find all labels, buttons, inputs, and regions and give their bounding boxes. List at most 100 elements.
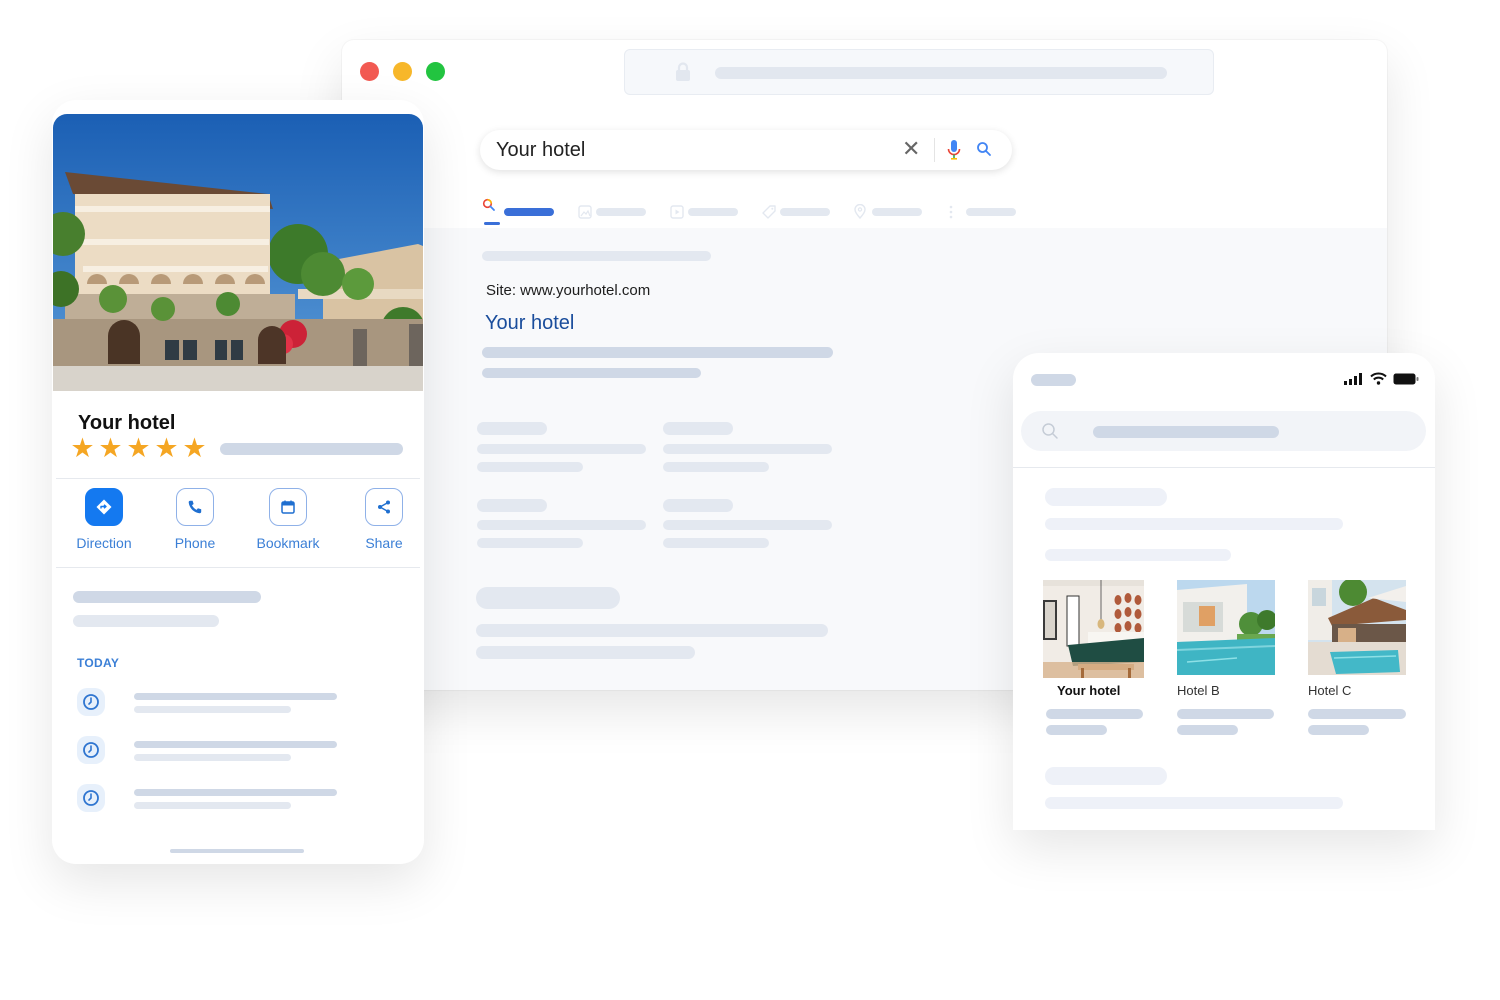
schedule-line (134, 693, 337, 700)
schedule-item (77, 784, 105, 812)
tab-more[interactable] (948, 198, 1020, 228)
hotel-name-your-hotel[interactable]: Your hotel (1057, 683, 1120, 698)
hotel-detail-line (1046, 725, 1107, 735)
bookmark-label: Bookmark (256, 535, 320, 551)
hotel-name-hotel-c[interactable]: Hotel C (1308, 683, 1351, 698)
info-line (73, 591, 261, 603)
sitelink-line (477, 462, 583, 472)
direction-label: Direction (76, 535, 132, 551)
star-icon: ★ (98, 433, 123, 463)
mic-icon[interactable] (947, 139, 961, 161)
section-line (1045, 549, 1231, 561)
star-icon: ★ (126, 433, 151, 463)
tab-label-placeholder (872, 208, 922, 216)
window-maximize-button[interactable] (426, 62, 445, 81)
hotel-thumbnail-your-hotel[interactable] (1043, 580, 1144, 678)
hotel-room-image (1043, 580, 1144, 678)
status-time-placeholder (1031, 374, 1076, 386)
section-label-today: TODAY (77, 656, 120, 670)
divider (56, 478, 420, 479)
hotel-detail-line (1177, 709, 1274, 719)
section-heading-placeholder (1045, 767, 1167, 785)
image-icon (578, 205, 592, 219)
phone-button[interactable]: Phone (150, 488, 240, 551)
business-name: Your hotel (78, 412, 176, 434)
status-bar-icons (1344, 372, 1419, 385)
section-line (476, 624, 828, 637)
schedule-item (77, 688, 105, 716)
hotel-photo[interactable] (53, 114, 423, 391)
divider (1013, 467, 1435, 468)
sitelink-line (663, 444, 832, 454)
result-site-url: Site: www.yourhotel.com (486, 282, 651, 299)
sitelink-title-placeholder (663, 499, 733, 512)
map-pin-icon (854, 204, 866, 219)
sitelink-line (477, 538, 583, 548)
clock-icon (83, 790, 99, 806)
result-breadcrumb-placeholder (482, 251, 711, 261)
more-icon (949, 205, 953, 219)
window-close-button[interactable] (360, 62, 379, 81)
tab-label-placeholder (780, 208, 830, 216)
review-count-placeholder (220, 443, 403, 455)
schedule-line (134, 789, 337, 796)
tab-all[interactable] (482, 198, 557, 228)
home-indicator[interactable] (170, 849, 304, 853)
address-bar[interactable] (624, 49, 1214, 95)
schedule-item (77, 736, 105, 764)
info-line (73, 615, 219, 627)
search-input[interactable]: Your hotel (496, 139, 585, 162)
bookmark-button[interactable]: Bookmark (243, 488, 333, 551)
schedule-line (134, 706, 291, 713)
clock-icon (83, 742, 99, 758)
schedule-line (134, 754, 291, 761)
schedule-line (134, 802, 291, 809)
hotel-villa-image (1308, 580, 1406, 675)
mobile-search-results: Your hotel Hotel B Hotel C (1013, 353, 1435, 830)
hotel-name-hotel-b[interactable]: Hotel B (1177, 683, 1220, 698)
search-icon (1042, 423, 1058, 439)
sitelink-title-placeholder (663, 422, 733, 435)
tab-label-placeholder (504, 208, 554, 216)
sitelink-line (477, 444, 646, 454)
share-icon (378, 500, 390, 514)
signal-icon (1344, 372, 1362, 385)
search-icon (482, 198, 495, 211)
url-placeholder (715, 67, 1167, 79)
mobile-search-bar[interactable] (1021, 411, 1426, 451)
section-heading-placeholder (1045, 488, 1167, 506)
result-title-link[interactable]: Your hotel (485, 312, 574, 335)
divider (934, 138, 935, 162)
business-profile-card: Your hotel ★ ★ ★ ★ ★ Direction Phone Boo… (52, 100, 424, 864)
section-line (476, 646, 695, 659)
hotel-thumbnail-hotel-c[interactable] (1308, 580, 1406, 675)
section-heading-placeholder (476, 587, 620, 609)
star-icon: ★ (154, 433, 179, 463)
tab-label-placeholder (688, 208, 738, 216)
sitelink-line (663, 520, 832, 530)
clock-icon (83, 694, 99, 710)
tab-maps[interactable] (854, 198, 926, 228)
result-snippet-line (482, 347, 833, 358)
schedule-line (134, 741, 337, 748)
search-submit-icon[interactable] (976, 141, 992, 157)
hotel-detail-line (1308, 709, 1406, 719)
window-minimize-button[interactable] (393, 62, 412, 81)
tab-shopping[interactable] (762, 198, 834, 228)
divider (56, 567, 420, 568)
tab-label-placeholder (966, 208, 1016, 216)
search-box[interactable]: Your hotel ✕ (480, 130, 1012, 170)
tab-images[interactable] (578, 198, 650, 228)
hotel-detail-line (1046, 709, 1143, 719)
direction-button[interactable]: Direction (59, 488, 149, 551)
active-tab-indicator (484, 222, 500, 225)
star-rating: ★ ★ ★ ★ ★ (70, 434, 207, 462)
sitelink-title-placeholder (477, 422, 547, 435)
result-snippet-line (482, 368, 701, 378)
share-button[interactable]: Share (339, 488, 424, 551)
hotel-detail-line (1177, 725, 1238, 735)
tab-videos[interactable] (670, 198, 742, 228)
star-icon: ★ (182, 433, 207, 463)
clear-search-button[interactable]: ✕ (902, 136, 920, 162)
hotel-thumbnail-hotel-b[interactable] (1177, 580, 1275, 675)
